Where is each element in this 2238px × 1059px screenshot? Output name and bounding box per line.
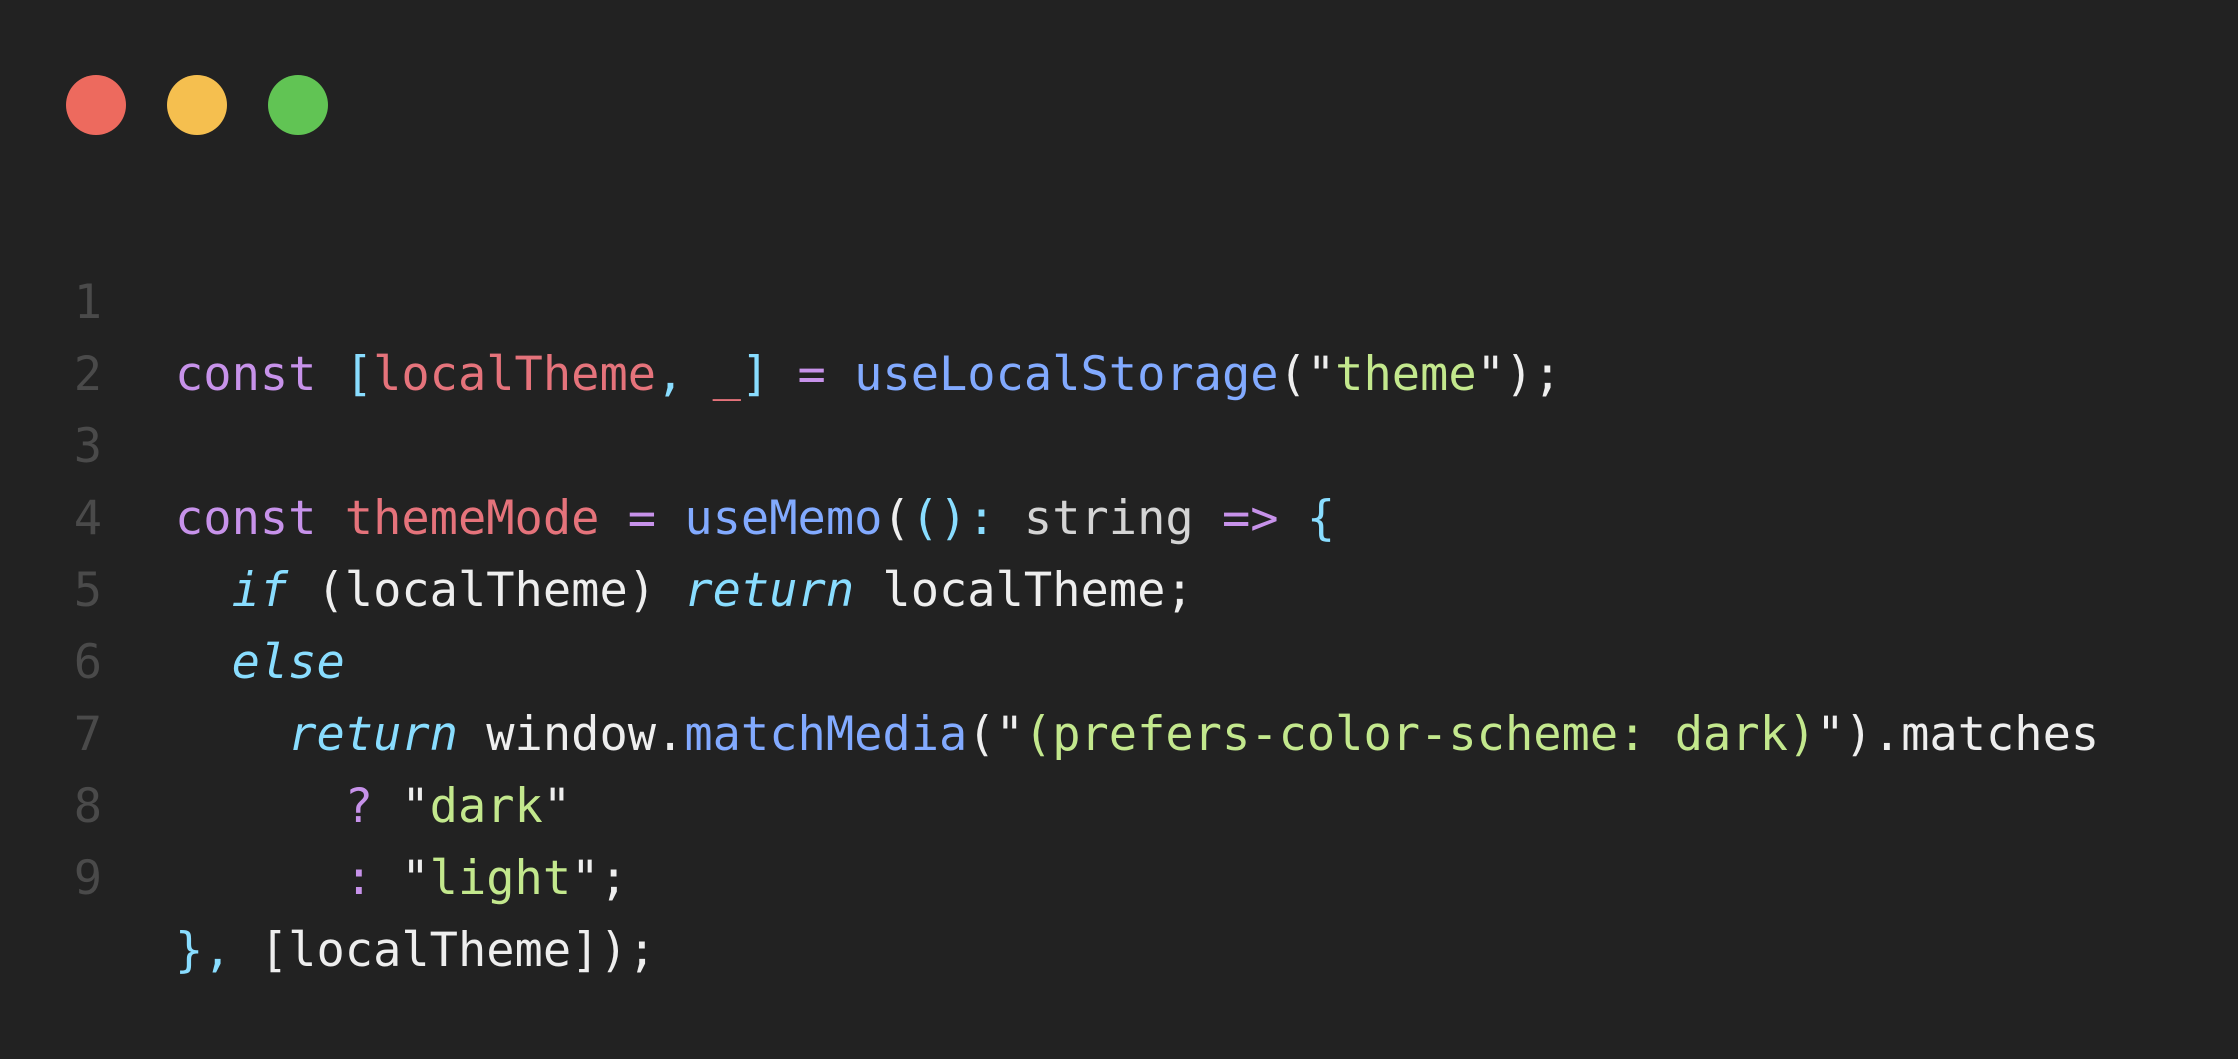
code-token: : bbox=[344, 851, 374, 906]
code-token: ( bbox=[882, 491, 911, 546]
code-token: => bbox=[1221, 491, 1279, 546]
code-token: return bbox=[288, 707, 458, 762]
code-token: , bbox=[656, 347, 713, 402]
code-line: 2 bbox=[0, 267, 170, 402]
code-token: () bbox=[910, 491, 968, 546]
code-token: if bbox=[231, 563, 289, 618]
code-text: ? "dark" bbox=[175, 771, 571, 843]
code-text: const themeMode = useMemo((): string => … bbox=[175, 483, 1335, 555]
zoom-button[interactable] bbox=[268, 75, 328, 135]
minimize-button[interactable] bbox=[167, 75, 227, 135]
code-token: ").matches bbox=[1816, 707, 2100, 762]
window-controls bbox=[66, 75, 328, 135]
code-token: [localTheme]); bbox=[259, 923, 657, 978]
code-token: = bbox=[797, 347, 826, 402]
code-token: useMemo bbox=[684, 491, 883, 546]
code-token: const bbox=[175, 491, 317, 546]
code-line: 7 ? "dark" bbox=[0, 627, 571, 834]
code-token: window. bbox=[457, 707, 685, 762]
code-token: themeMode bbox=[344, 491, 600, 546]
code-token: (" bbox=[1278, 347, 1336, 402]
code-token: (prefers-color-scheme: dark) bbox=[1023, 707, 1817, 762]
code-token: ] bbox=[740, 347, 770, 402]
code-token: theme bbox=[1335, 347, 1477, 402]
code-line: 4 if (localTheme) return localTheme; bbox=[0, 411, 1194, 618]
code-text: }, [localTheme]); bbox=[175, 915, 656, 987]
code-token: localTheme bbox=[373, 347, 657, 402]
code-line: 3 const themeMode = useMemo((): string =… bbox=[0, 339, 1335, 546]
code-text: return window.matchMedia("(prefers-color… bbox=[175, 699, 2099, 771]
code-token: " bbox=[373, 851, 430, 906]
code-token: useLocalStorage bbox=[854, 347, 1279, 402]
code-token: matchMedia bbox=[684, 707, 968, 762]
code-token: [ bbox=[344, 347, 374, 402]
code-token: (localTheme) bbox=[288, 563, 685, 618]
code-token: const bbox=[175, 347, 317, 402]
code-token: else bbox=[231, 635, 345, 690]
code-token: return bbox=[684, 563, 855, 618]
code-token: "; bbox=[571, 851, 628, 906]
code-token: light bbox=[429, 851, 572, 906]
code-text: const [localTheme, _] = useLocalStorage(… bbox=[175, 339, 1562, 411]
code-token: _ bbox=[712, 347, 741, 402]
close-button[interactable] bbox=[66, 75, 126, 135]
code-text: if (localTheme) return localTheme; bbox=[175, 555, 1194, 627]
code-token: localTheme; bbox=[854, 563, 1194, 618]
code-token: (" bbox=[967, 707, 1024, 762]
code-token: " bbox=[542, 779, 572, 834]
line-number: 9 bbox=[73, 851, 102, 906]
code-block: 1 const [localTheme, _] = useLocalStorag… bbox=[0, 195, 2099, 978]
code-window: 1 const [localTheme, _] = useLocalStorag… bbox=[0, 0, 2238, 978]
code-text: else bbox=[175, 627, 345, 699]
code-token: = bbox=[627, 491, 657, 546]
code-token: }, bbox=[175, 923, 260, 978]
code-token: " bbox=[373, 779, 430, 834]
code-line: 5 else bbox=[0, 483, 345, 690]
code-token: string bbox=[1023, 491, 1194, 546]
code-token: ? bbox=[344, 779, 374, 834]
code-token: : bbox=[967, 491, 996, 546]
code-line: 1 const [localTheme, _] = useLocalStorag… bbox=[0, 195, 1562, 402]
code-token: { bbox=[1306, 491, 1336, 546]
code-text: : "light"; bbox=[175, 843, 628, 915]
code-line: 6 return window.matchMedia("(prefers-col… bbox=[0, 555, 2099, 762]
code-token: dark bbox=[429, 779, 543, 834]
code-line: 9 }, [localTheme]); bbox=[0, 771, 656, 978]
code-line: 8 : "light"; bbox=[0, 699, 628, 906]
code-token: "); bbox=[1476, 347, 1562, 402]
